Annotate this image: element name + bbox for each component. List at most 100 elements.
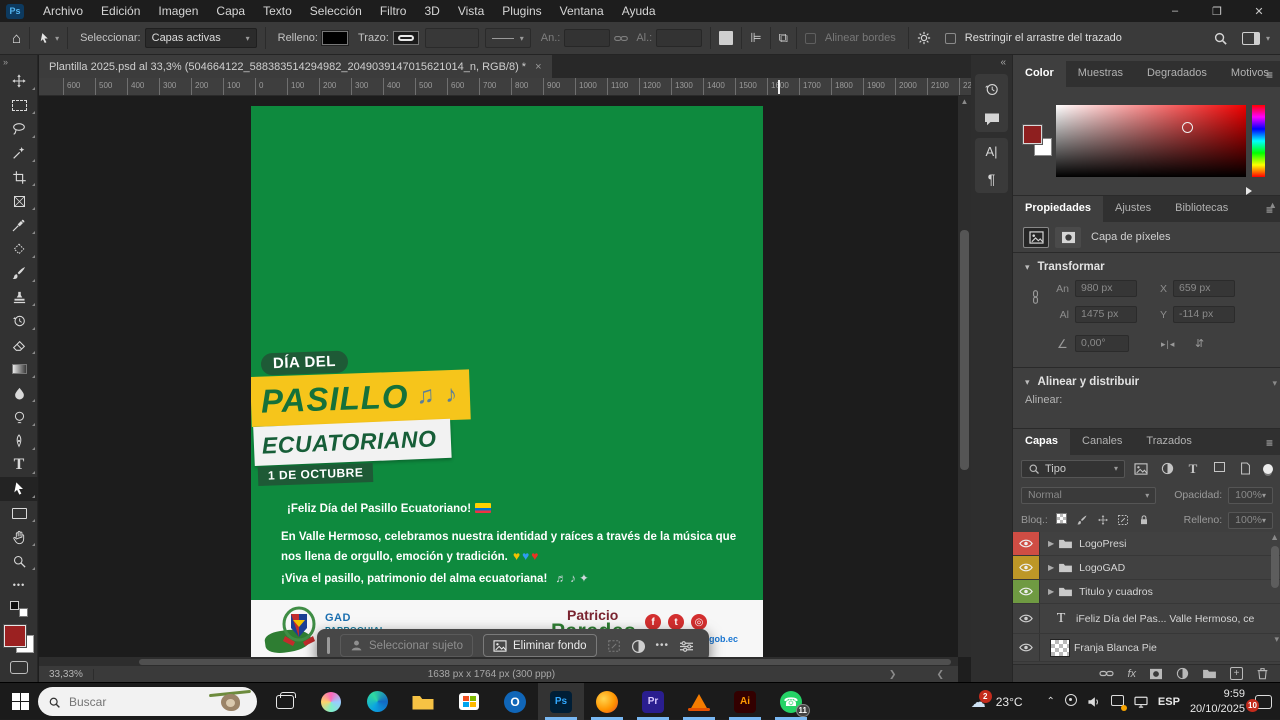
ctxbar-drag-handle[interactable] (327, 637, 330, 654)
pen-tool[interactable] (0, 429, 38, 453)
close-button[interactable]: ✕ (1238, 5, 1280, 18)
transform-section-header[interactable]: ▾Transformar ▲ (1013, 253, 1280, 277)
opacity-dropdown[interactable]: 100%▾ (1228, 487, 1273, 504)
filter-adjustment-layers-icon[interactable] (1157, 462, 1177, 475)
edit-toolbar-icon[interactable]: ••• (0, 573, 38, 597)
layer-row-logopresi[interactable]: ▶ LogoPresi (1013, 532, 1280, 556)
microsoft-store-button[interactable] (446, 683, 492, 720)
link-wh-icon[interactable] (1030, 290, 1042, 304)
clone-stamp-tool[interactable] (0, 285, 38, 309)
tab-bibliotecas[interactable]: Bibliotecas (1163, 196, 1240, 222)
premiere-button[interactable]: Pr (630, 683, 676, 720)
more-options-icon[interactable]: ••• (656, 640, 670, 651)
weather-icon[interactable]: ☁2 (971, 693, 986, 711)
canvas-area[interactable]: DÍA DEL PASILLO ♫ ♪ ECUATORIANO 1 DE OCT… (39, 96, 958, 657)
y-field[interactable]: -114 px (1173, 306, 1235, 323)
new-layer-icon[interactable]: + (1230, 667, 1243, 680)
color-picker-cursor[interactable] (1182, 122, 1193, 133)
layer-style-icon[interactable]: fx (1127, 668, 1136, 680)
current-tool-icon[interactable] (38, 32, 51, 45)
properties-toggle-icon[interactable] (679, 638, 694, 653)
whatsapp-button[interactable]: ☎ 11 (768, 683, 814, 720)
stroke-width-dropdown[interactable] (425, 28, 479, 48)
tab-muestras[interactable]: Muestras (1066, 61, 1135, 87)
tab-ajustes[interactable]: Ajustes (1103, 196, 1163, 222)
contextual-task-bar[interactable]: Seleccionar sujeto Eliminar fondo ••• (317, 629, 709, 657)
align-section-header[interactable]: ▾Alinear y distribuir ▾ (1013, 368, 1280, 392)
filter-type-layers-icon[interactable]: T (1183, 461, 1203, 477)
photoshop-button[interactable]: Ps (538, 683, 584, 720)
panel-scroll-up-icon[interactable]: ▲ (1268, 200, 1277, 210)
adjustments-icon[interactable] (631, 637, 646, 653)
edge-button[interactable] (354, 683, 400, 720)
vertical-scrollbar[interactable]: ▲ (958, 96, 971, 657)
color-panel-menu-icon[interactable]: ≡ (1266, 68, 1273, 82)
paragraph-panel-icon[interactable]: ¶ (988, 171, 996, 187)
tab-capas[interactable]: Capas (1013, 429, 1070, 455)
tab-degradados[interactable]: Degradados (1135, 61, 1219, 87)
zoom-tool[interactable] (0, 549, 38, 573)
angle-field[interactable]: 0,00° (1075, 335, 1129, 352)
language-indicator[interactable]: ESP (1158, 696, 1180, 708)
scroll-up-icon[interactable]: ▲ (958, 96, 971, 108)
expand-panels-icon[interactable]: « (971, 55, 1012, 68)
layer-row-text[interactable]: T iFeliz Día del Pas... Valle Hermoso, c… (1013, 604, 1280, 634)
workspace-switcher-icon[interactable] (1242, 32, 1260, 45)
horizontal-scroll-thumb[interactable] (139, 659, 951, 665)
align-edges-checkbox[interactable] (805, 33, 816, 44)
horizontal-ruler[interactable]: 6005004003002001000100200300400500600700… (39, 78, 971, 96)
healing-brush-tool[interactable] (0, 237, 38, 261)
pixel-layer-icon[interactable] (1023, 227, 1049, 248)
flip-horizontal-icon[interactable]: ▸|◂ (1161, 339, 1175, 350)
task-view-button[interactable] (262, 683, 308, 720)
adjustment-layer-icon[interactable] (1176, 667, 1189, 680)
layers-scroll-thumb[interactable] (1271, 546, 1279, 588)
tab-canales[interactable]: Canales (1070, 429, 1134, 455)
hue-slider[interactable] (1252, 105, 1265, 177)
menu-item-edición[interactable]: Edición (92, 2, 149, 20)
outlook-button[interactable]: O (492, 683, 538, 720)
path-arrangement-icon[interactable]: ⧉ (779, 30, 788, 46)
history-brush-tool[interactable] (0, 309, 38, 333)
visibility-toggle[interactable] (1013, 532, 1040, 555)
fill-swatch[interactable] (322, 31, 348, 45)
status-prev-icon[interactable]: ❮ (936, 669, 944, 680)
pen-settings-icon[interactable] (1111, 695, 1124, 709)
layers-scroll-up-icon[interactable]: ▲ (1270, 532, 1279, 542)
eraser-tool[interactable] (0, 333, 38, 357)
layer-row-pixel[interactable]: Franja Blanca Pie (1013, 634, 1280, 662)
filter-shape-layers-icon[interactable] (1209, 462, 1229, 475)
menu-item-ventana[interactable]: Ventana (551, 2, 613, 20)
tool-preset-chevron[interactable]: ▾ (55, 34, 59, 43)
volume-icon[interactable] (1087, 695, 1101, 709)
document-tab-close-icon[interactable]: × (535, 61, 541, 73)
menu-item-selección[interactable]: Selección (301, 2, 371, 20)
zoom-level[interactable]: 33,33% (39, 669, 94, 680)
menu-item-ayuda[interactable]: Ayuda (613, 2, 665, 20)
blend-mode-dropdown[interactable]: Normal▾ (1021, 487, 1156, 504)
rectangle-tool[interactable] (0, 501, 38, 525)
document-tab[interactable]: Plantilla 2025.psd al 33,3% (504664122_5… (39, 55, 552, 78)
fill-opacity-dropdown[interactable]: 100%▾ (1228, 512, 1273, 529)
menu-item-filtro[interactable]: Filtro (371, 2, 416, 20)
path-selection-tool[interactable] (0, 477, 38, 501)
menu-item-texto[interactable]: Texto (254, 2, 301, 20)
temperature[interactable]: 23°C (996, 695, 1023, 709)
eyedropper-tool[interactable] (0, 213, 38, 237)
workspace-chevron[interactable]: ▾ (1266, 34, 1270, 43)
mask-properties-icon[interactable] (1055, 227, 1081, 248)
crop-tool[interactable] (0, 165, 38, 189)
remove-background-button[interactable]: Eliminar fondo (483, 634, 597, 657)
layer-filter-dropdown[interactable]: Tipo ▾ (1021, 460, 1125, 478)
filter-pixel-layers-icon[interactable] (1131, 462, 1151, 474)
layer-row-logogad[interactable]: ▶ LogoGAD (1013, 556, 1280, 580)
link-dimensions-icon[interactable] (614, 33, 628, 43)
path-alignment-icon[interactable]: ⊫ (750, 30, 761, 46)
blur-tool[interactable] (0, 381, 38, 405)
stroke-swatch[interactable] (393, 31, 419, 45)
color-saturation-field[interactable] (1056, 105, 1246, 177)
visibility-toggle[interactable] (1013, 634, 1040, 661)
align-collapse-chevron[interactable]: ▾ (1272, 378, 1277, 389)
foreground-color-swatch[interactable] (4, 625, 26, 647)
add-mask-icon[interactable] (1149, 667, 1163, 679)
